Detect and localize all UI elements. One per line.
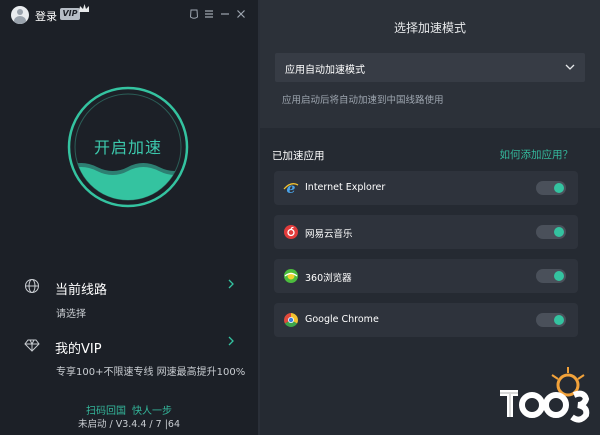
app-toggle[interactable] (536, 313, 566, 327)
app-name: Internet Explorer (305, 182, 386, 193)
app-row: 360浏览器 (274, 259, 578, 293)
netease-music-icon (283, 224, 299, 240)
app-name: 网易云音乐 (305, 229, 353, 240)
chrome-icon (283, 312, 299, 328)
close-icon[interactable] (235, 8, 247, 20)
app-row: 网易云音乐 (274, 215, 578, 249)
chevron-right-icon[interactable] (226, 335, 236, 347)
app-name: Google Chrome (305, 314, 379, 325)
app-toggle[interactable] (536, 225, 566, 239)
app-toggle[interactable] (536, 181, 566, 195)
vip-benefits-text: 专享100+不限速专线 网速最高提升100% (56, 367, 246, 378)
version-status: 未启动 / V3.4.4 / 7 |64 (77, 419, 180, 430)
minimize-icon[interactable] (219, 8, 231, 20)
toggle-knob (554, 271, 564, 281)
login-link[interactable]: 登录 (35, 8, 57, 24)
app-name: 360浏览器 (305, 273, 352, 284)
app-row: Google Chrome (274, 303, 578, 337)
site-watermark-logo (500, 367, 590, 423)
accelerated-apps-title: 已加速应用 (272, 150, 325, 162)
mode-panel: 选择加速模式 应用自动加速模式 应用启动后将自动加速到中国线路使用 (260, 0, 600, 128)
start-button-label: 开启加速 (93, 138, 162, 157)
current-route-title[interactable]: 当前线路 (55, 279, 107, 298)
diamond-icon (24, 339, 40, 352)
chevron-right-icon[interactable] (226, 278, 236, 290)
mode-selected-value: 应用自动加速模式 (285, 65, 365, 76)
crown-icon (79, 4, 89, 12)
avatar[interactable] (11, 6, 29, 24)
how-to-add-app-link[interactable]: 如何添加应用？ (500, 147, 574, 162)
my-vip-title[interactable]: 我的VIP (55, 338, 102, 357)
chevron-down-icon (565, 64, 575, 70)
toggle-knob (554, 183, 564, 193)
mode-title: 选择加速模式 (393, 21, 466, 35)
footer-links: 扫码回国 快人一步 (0, 402, 258, 417)
mode-dropdown[interactable]: 应用自动加速模式 (275, 53, 585, 82)
current-route-value: 请选择 (56, 309, 86, 320)
left-panel: 登录 VIP 开启加速 当前线路 请选择 我的VIP 专享100+不限速专线 网… (0, 0, 258, 435)
toggle-knob (554, 227, 564, 237)
mode-description: 应用启动后将自动加速到中国线路使用 (282, 95, 444, 106)
vip-badge[interactable]: VIP (60, 8, 80, 20)
ie-icon: e (283, 180, 299, 196)
start-acceleration-button[interactable]: 开启加速 (66, 85, 190, 209)
globe-icon (25, 279, 39, 293)
skin-icon[interactable] (188, 8, 200, 20)
menu-icon[interactable] (203, 8, 215, 20)
app-row: e Internet Explorer (274, 171, 578, 205)
title-bar: 登录 VIP (0, 0, 258, 30)
360-browser-icon (283, 268, 299, 284)
toggle-knob (554, 315, 564, 325)
app-toggle[interactable] (536, 269, 566, 283)
